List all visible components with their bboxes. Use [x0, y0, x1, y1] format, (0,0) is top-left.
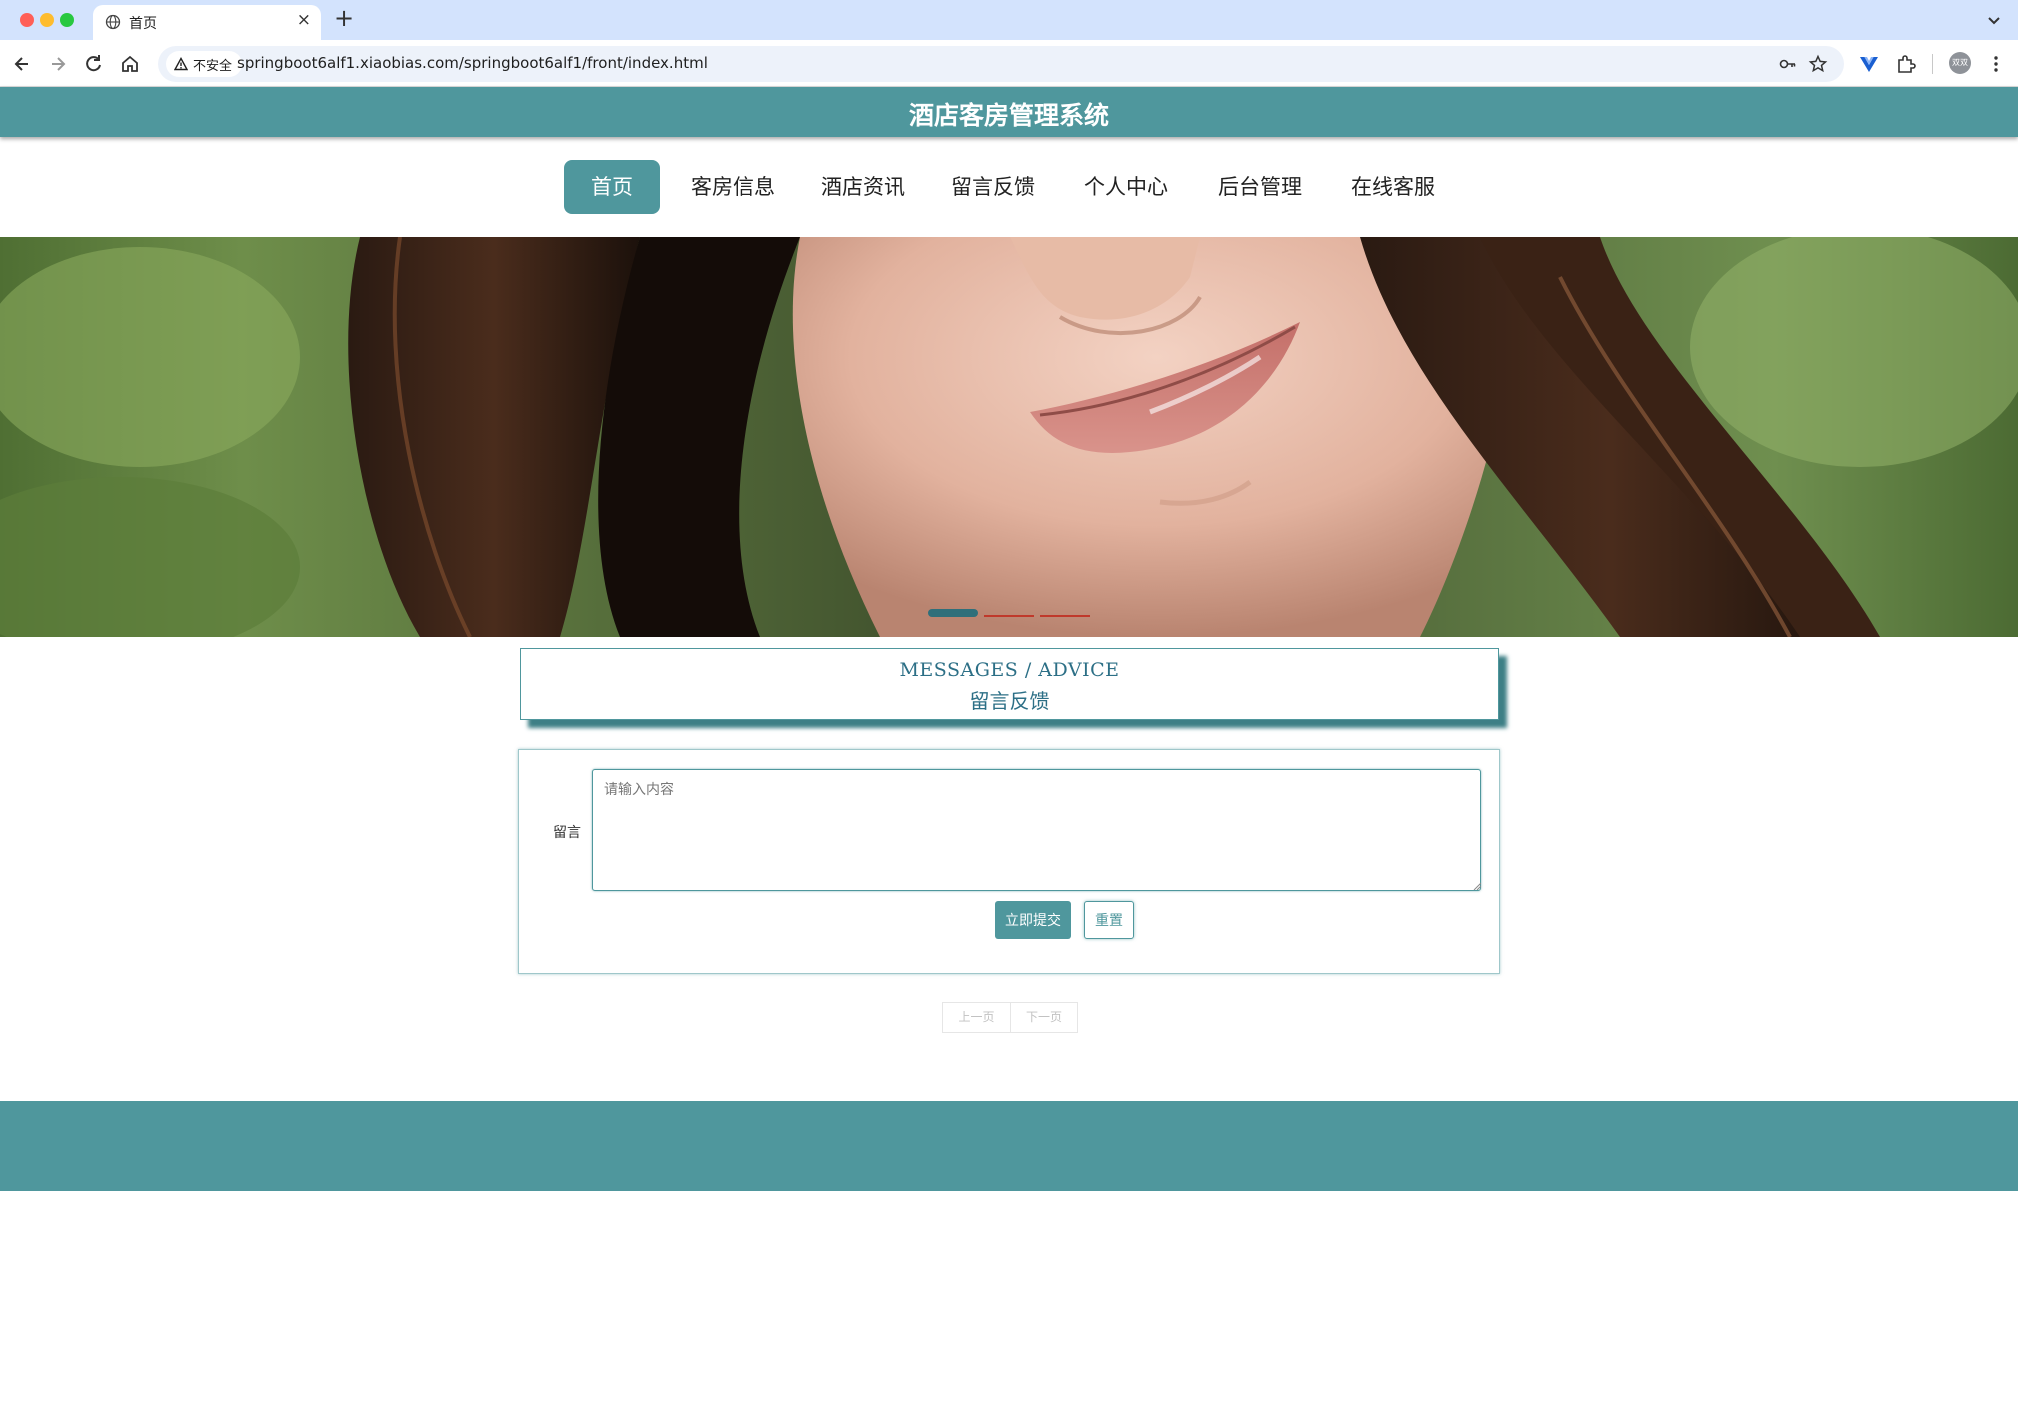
- security-label: 不安全: [193, 58, 233, 74]
- prev-page-button[interactable]: 上一页: [943, 1003, 1010, 1032]
- nav-item-support[interactable]: 在线客服: [1346, 160, 1440, 214]
- message-textarea[interactable]: [592, 769, 1481, 891]
- nav-item-home[interactable]: 首页: [564, 160, 660, 214]
- site-title: 酒店客房管理系统: [908, 101, 1109, 130]
- messages-section-header: MESSAGES / ADVICE 留言反馈: [520, 648, 1499, 720]
- security-chip[interactable]: 不安全: [166, 51, 243, 77]
- address-bar[interactable]: 不安全 springboot6alf1.xiaobias.com/springb…: [158, 46, 1844, 82]
- browser-tab-strip: 首页 × +: [0, 0, 2018, 40]
- site-footer: [0, 1101, 2018, 1191]
- next-page-button[interactable]: 下一页: [1010, 1003, 1077, 1032]
- nav-item-feedback[interactable]: 留言反馈: [946, 160, 1040, 214]
- home-icon[interactable]: [116, 50, 144, 78]
- resize-grip-icon[interactable]: [1473, 882, 1481, 890]
- nav-item-profile[interactable]: 个人中心: [1079, 160, 1173, 214]
- browser-tab[interactable]: 首页 ×: [93, 5, 321, 40]
- warning-icon: [174, 57, 188, 71]
- reset-button[interactable]: 重置: [1084, 901, 1134, 939]
- nav-item-admin[interactable]: 后台管理: [1213, 160, 1307, 214]
- tab-title: 首页: [129, 16, 157, 32]
- carousel-indicator-3[interactable]: [1040, 609, 1090, 617]
- globe-icon: [105, 14, 121, 30]
- carousel-indicator-2[interactable]: [984, 609, 1034, 617]
- banner-image: [0, 237, 2018, 637]
- maximize-window-button[interactable]: [60, 13, 74, 27]
- profile-avatar[interactable]: 双双: [1949, 52, 1971, 74]
- toolbar-divider: [1932, 54, 1933, 74]
- close-tab-icon[interactable]: ×: [297, 10, 311, 30]
- close-window-button[interactable]: [20, 13, 34, 27]
- pagination: 上一页 下一页: [942, 1002, 1078, 1033]
- section-title-en: MESSAGES / ADVICE: [899, 659, 1120, 681]
- url-text[interactable]: springboot6alf1.xiaobias.com/springboot6…: [237, 54, 708, 72]
- kebab-menu-icon[interactable]: [1984, 52, 2008, 76]
- minimize-window-button[interactable]: [40, 13, 54, 27]
- carousel-indicator-1[interactable]: [928, 609, 978, 617]
- section-title-cn: 留言反馈: [969, 689, 1050, 713]
- site-header: 酒店客房管理系统: [0, 87, 2018, 137]
- vue-devtools-extension-icon[interactable]: [1857, 52, 1881, 76]
- message-form: 留言 立即提交 重置: [518, 749, 1500, 974]
- message-label: 留言: [553, 825, 581, 841]
- back-arrow-icon[interactable]: [8, 50, 36, 78]
- reload-icon[interactable]: [80, 50, 108, 78]
- submit-button[interactable]: 立即提交: [995, 901, 1071, 939]
- tab-search-chevron-icon[interactable]: [1982, 8, 2006, 32]
- banner-carousel[interactable]: [0, 237, 2018, 637]
- browser-toolbar: 不安全 springboot6alf1.xiaobias.com/springb…: [0, 40, 2018, 87]
- main-nav: 首页 客房信息 酒店资讯 留言反馈 个人中心 后台管理 在线客服: [0, 160, 2018, 214]
- new-tab-button[interactable]: +: [334, 4, 354, 32]
- forward-arrow-icon[interactable]: [44, 50, 72, 78]
- bookmark-star-icon[interactable]: [1808, 54, 1828, 74]
- password-key-icon[interactable]: [1778, 54, 1798, 74]
- nav-item-news[interactable]: 酒店资讯: [816, 160, 910, 214]
- extensions-puzzle-icon[interactable]: [1894, 52, 1918, 76]
- nav-item-rooms[interactable]: 客房信息: [686, 160, 780, 214]
